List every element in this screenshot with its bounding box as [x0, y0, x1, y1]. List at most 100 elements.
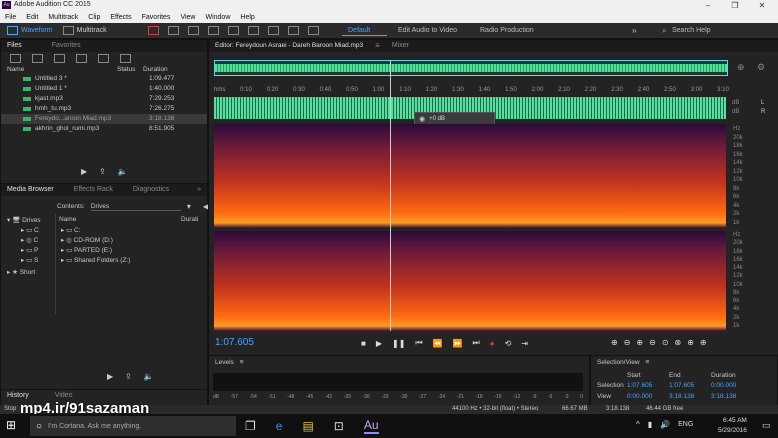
cortana-search-box[interactable]: ○ I'm Cortana. Ask me anything. [30, 416, 236, 436]
file-row[interactable]: Untitled 1 * 1:40.000 [1, 84, 207, 94]
tab-editor[interactable]: Editor: Fereydoun Asraei - Dareh Baroon … [209, 40, 369, 52]
tree-item[interactable]: ▸ ◎ C [21, 236, 38, 244]
skip-to-start-icon[interactable]: ⏮ [415, 338, 422, 348]
list-item[interactable]: ▸ ◎ CD-ROM (D:) [61, 236, 113, 244]
menu-edit[interactable]: Edit [26, 14, 38, 21]
razor-tool-icon[interactable] [208, 26, 219, 35]
file-explorer-icon[interactable]: ▤ [302, 419, 313, 433]
tab-files[interactable]: Files [1, 40, 28, 52]
tree-item[interactable]: ▸ ▭ S [21, 256, 38, 264]
clock-time[interactable]: 6:45 AM [723, 417, 747, 424]
move-tool-icon[interactable] [188, 26, 199, 35]
minimize-button[interactable]: – [698, 0, 718, 11]
export-icon[interactable]: ⇪ [99, 167, 106, 176]
menu-window[interactable]: Window [205, 14, 230, 21]
zoom-icon[interactable]: ⊕ [737, 62, 745, 73]
autoplay-icon[interactable] [120, 53, 131, 63]
volume-icon[interactable]: 🔊 [660, 420, 670, 429]
rewind-icon[interactable]: ⏪ [433, 339, 443, 348]
timeline-ruler[interactable]: hms 0:10 0:20 0:30 0:40 0:50 1:00 1:10 1… [214, 87, 729, 93]
levels-title[interactable]: Levels [215, 359, 234, 366]
tab-mixer[interactable]: Mixer [386, 40, 415, 52]
healing-brush-icon[interactable] [308, 26, 319, 35]
play-icon[interactable]: ▶ [376, 339, 382, 348]
record-icon[interactable]: ● [490, 339, 495, 348]
play-icon[interactable]: ▶ [81, 167, 87, 176]
menu-clip[interactable]: Clip [88, 14, 100, 21]
chevron-down-icon[interactable]: ▾ [187, 202, 191, 211]
workspace-edit-audio-video[interactable]: Edit Audio to Video [398, 27, 457, 34]
file-row-selected[interactable]: Fereydo...aroon Miad.mp3 3:18.138 [1, 114, 207, 124]
tray-chevron-icon[interactable]: ^ [636, 420, 640, 429]
spectrogram-left-channel[interactable] [214, 124, 726, 228]
insert-icon[interactable] [76, 53, 87, 63]
skip-selection-icon[interactable]: ⇥ [521, 339, 528, 348]
search-help-input[interactable]: Search Help [672, 27, 711, 34]
language-indicator[interactable]: ENG [678, 421, 693, 428]
column-duration[interactable]: Durati [181, 216, 198, 223]
import-file-icon[interactable] [32, 53, 43, 63]
overview-navigator[interactable] [214, 60, 728, 76]
play-icon[interactable]: ▶ [107, 372, 113, 381]
zoom-out-amplitude-icon[interactable]: ⊖ [624, 338, 631, 347]
selection-duration[interactable]: 0:00.000 [711, 382, 736, 389]
column-name[interactable]: Name [7, 66, 24, 73]
channel-left-label[interactable]: L [761, 100, 764, 106]
file-row[interactable]: kjast.mp3 7:29.253 [1, 94, 207, 104]
time-selection-tool-icon[interactable] [228, 26, 239, 35]
panel-menu-icon[interactable]: ≡ [646, 359, 650, 366]
multitrack-button[interactable]: Multitrack [77, 27, 107, 34]
selection-view-title[interactable]: Selection/View [597, 359, 640, 366]
zoom-out-full-icon[interactable]: ⊙ [662, 338, 669, 347]
tab-favorites[interactable]: Favorites [46, 40, 87, 52]
menu-view[interactable]: View [180, 14, 195, 21]
column-name[interactable]: Name [59, 216, 76, 223]
restore-button[interactable]: ❐ [725, 0, 745, 11]
menu-file[interactable]: File [5, 14, 16, 21]
waveform-button[interactable]: Waveform [21, 27, 53, 34]
menu-help[interactable]: Help [240, 14, 254, 21]
zoom-in-time-icon[interactable]: ⊕ [636, 338, 643, 347]
close-file-icon[interactable] [98, 53, 109, 63]
tree-item[interactable]: ▸ ▭ C [21, 226, 39, 234]
tab-effects-rack[interactable]: Effects Rack [68, 184, 119, 196]
workspace-default[interactable]: Default [342, 27, 387, 36]
close-button[interactable]: ✕ [752, 0, 772, 11]
zoom-in-amplitude-icon[interactable]: ⊕ [611, 338, 618, 347]
store-icon[interactable]: ⊡ [334, 419, 344, 433]
zoom-out-time-icon[interactable]: ⊖ [649, 338, 656, 347]
contents-dropdown[interactable]: Drives [90, 203, 181, 211]
view-start[interactable]: 0:00.000 [627, 393, 652, 400]
network-icon[interactable]: ▮ [648, 420, 652, 429]
lasso-tool-icon[interactable] [268, 26, 279, 35]
tree-item[interactable]: ▾ 🖥 Drives [7, 216, 41, 224]
pause-icon[interactable]: ❚❚ [392, 339, 405, 348]
zoom-in-right-icon[interactable]: ⊕ [700, 338, 707, 347]
panel-overflow-icon[interactable]: » [191, 184, 207, 196]
notification-icon[interactable]: ▭ [762, 420, 771, 431]
new-file-icon[interactable] [54, 53, 65, 63]
audition-taskbar-icon[interactable]: Au [363, 418, 379, 434]
edge-icon[interactable]: e [276, 419, 283, 433]
windows-start-icon[interactable]: ⊞ [6, 418, 16, 432]
tab-menu-icon[interactable]: ≡ [369, 40, 386, 52]
brush-tool-icon[interactable] [288, 26, 299, 35]
workspace-radio-production[interactable]: Radio Production [480, 27, 534, 34]
view-duration[interactable]: 3:18.138 [711, 393, 736, 400]
pitch-display-icon[interactable] [168, 26, 179, 35]
workspace-overflow-icon[interactable]: » [632, 26, 636, 35]
list-item[interactable]: ▸ ▭ PARTED (E:) [61, 246, 112, 254]
list-item[interactable]: ▸ ▭ C: [61, 226, 81, 234]
task-view-icon[interactable]: ❐ [245, 419, 256, 433]
menu-multitrack[interactable]: Multitrack [48, 14, 78, 21]
export-icon[interactable]: ⇪ [125, 372, 132, 381]
menu-effects[interactable]: Effects [110, 14, 131, 21]
zoom-in-left-icon[interactable]: ⊕ [687, 338, 694, 347]
stop-icon[interactable]: ■ [361, 339, 366, 348]
spectrogram-right-channel[interactable] [214, 231, 726, 331]
file-row[interactable]: Untitled 3 * 1:09.477 [1, 74, 207, 84]
column-duration[interactable]: Duration [143, 66, 168, 73]
tree-item[interactable]: ▸ ★ Short [7, 268, 35, 276]
playhead[interactable] [390, 60, 391, 331]
menu-favorites[interactable]: Favorites [142, 14, 171, 21]
